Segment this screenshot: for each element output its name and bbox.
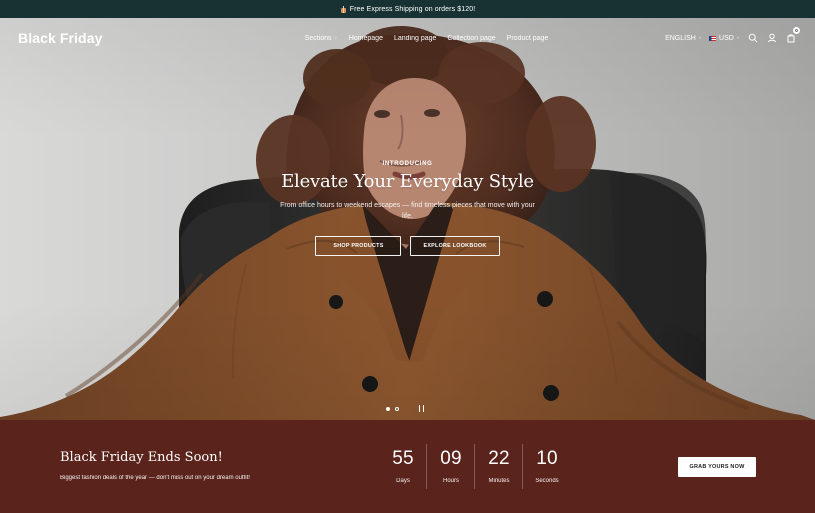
nav-homepage-label: Homepage	[348, 34, 383, 42]
countdown-timer: 55 Days 09 Hours 22 Minutes 10 Seconds	[379, 444, 571, 489]
nav-item-sections[interactable]: Sections ⌄	[305, 35, 338, 42]
countdown-days-label: Days	[396, 478, 410, 484]
us-flag-icon	[709, 35, 717, 41]
nav-landing-page-label: Landing page	[393, 34, 437, 42]
language-label: ENGLISH	[665, 34, 696, 42]
nav-item-collection-page[interactable]: Collection page	[447, 35, 495, 42]
slider-controls	[386, 405, 425, 412]
countdown-hours-label: Hours	[442, 478, 459, 484]
countdown-days: 55 Days	[379, 444, 427, 489]
currency-selector[interactable]: USD ⌄	[709, 35, 740, 42]
currency-label: USD	[719, 34, 734, 42]
search-button[interactable]	[747, 32, 759, 44]
countdown-minutes: 22 Minutes	[475, 444, 523, 489]
hero-content: INTRODUCING Elevate Your Everyday Style …	[0, 161, 815, 256]
search-icon	[748, 33, 758, 43]
header-utilities: ENGLISH ⌄ USD ⌄ 0	[637, 27, 800, 44]
promo-subtitle: Biggest fashion deals of the year — don'…	[60, 475, 250, 481]
countdown-minutes-value: 22	[488, 448, 510, 469]
nav-item-product-page[interactable]: Product page	[507, 35, 549, 42]
announcement-bar: Free Express Shipping on orders $120!	[0, 0, 815, 18]
hero-actions: SHOP PRODUCTS EXPLORE LOOKBOOK	[0, 235, 815, 256]
hero-eyebrow: INTRODUCING	[382, 161, 433, 167]
main-navigation: Sections ⌄ Homepage Landing page Collect…	[256, 35, 597, 42]
gift-icon	[340, 5, 347, 13]
countdown-seconds-value: 10	[536, 448, 558, 469]
countdown-days-value: 55	[392, 448, 414, 469]
chevron-down-icon: ⌄	[333, 34, 338, 41]
grab-yours-now-button[interactable]: GRAB YOURS NOW	[678, 457, 756, 477]
countdown-hours: 09 Hours	[427, 444, 475, 489]
countdown-minutes-label: Minutes	[488, 478, 510, 484]
promo-title: Black Friday Ends Soon!	[60, 450, 223, 465]
explore-lookbook-button[interactable]: EXPLORE LOOKBOOK	[410, 235, 500, 256]
shop-products-button[interactable]: SHOP PRODUCTS	[315, 235, 402, 256]
cart-count-badge: 0	[793, 27, 800, 34]
countdown-seconds: 10 Seconds	[523, 444, 571, 489]
countdown-seconds-label: Seconds	[535, 478, 559, 484]
promo-copy: Black Friday Ends Soon! Biggest fashion …	[60, 450, 250, 482]
countdown-hours-value: 09	[440, 448, 462, 469]
shopping-bag-icon	[787, 34, 795, 43]
site-header: Black Friday Sections ⌄ Homepage Landing…	[0, 18, 815, 58]
announcement-text: Free Express Shipping on orders $120!	[349, 5, 476, 13]
nav-sections-label: Sections	[304, 34, 332, 42]
chevron-down-icon: ⌄	[697, 34, 703, 41]
nav-item-homepage[interactable]: Homepage	[349, 35, 383, 42]
black-friday-countdown-section: Black Friday Ends Soon! Biggest fashion …	[0, 420, 815, 513]
pause-icon[interactable]	[418, 405, 425, 412]
nav-product-page-label: Product page	[506, 34, 549, 42]
account-button[interactable]	[766, 32, 778, 44]
slider-dot-active[interactable]	[386, 406, 390, 411]
language-selector[interactable]: ENGLISH ⌄	[665, 35, 702, 42]
chevron-down-icon: ⌄	[735, 34, 740, 41]
user-icon	[768, 33, 776, 43]
site-logo[interactable]: Black Friday	[18, 30, 178, 46]
nav-item-landing-page[interactable]: Landing page	[394, 35, 436, 42]
slider-dot[interactable]	[395, 406, 399, 411]
cart-button[interactable]: 0	[785, 27, 800, 44]
hero-title: Elevate Your Everyday Style	[281, 171, 534, 192]
hero-subtitle: From office hours to weekend escapes — f…	[280, 201, 535, 221]
nav-collection-page-label: Collection page	[447, 34, 496, 42]
